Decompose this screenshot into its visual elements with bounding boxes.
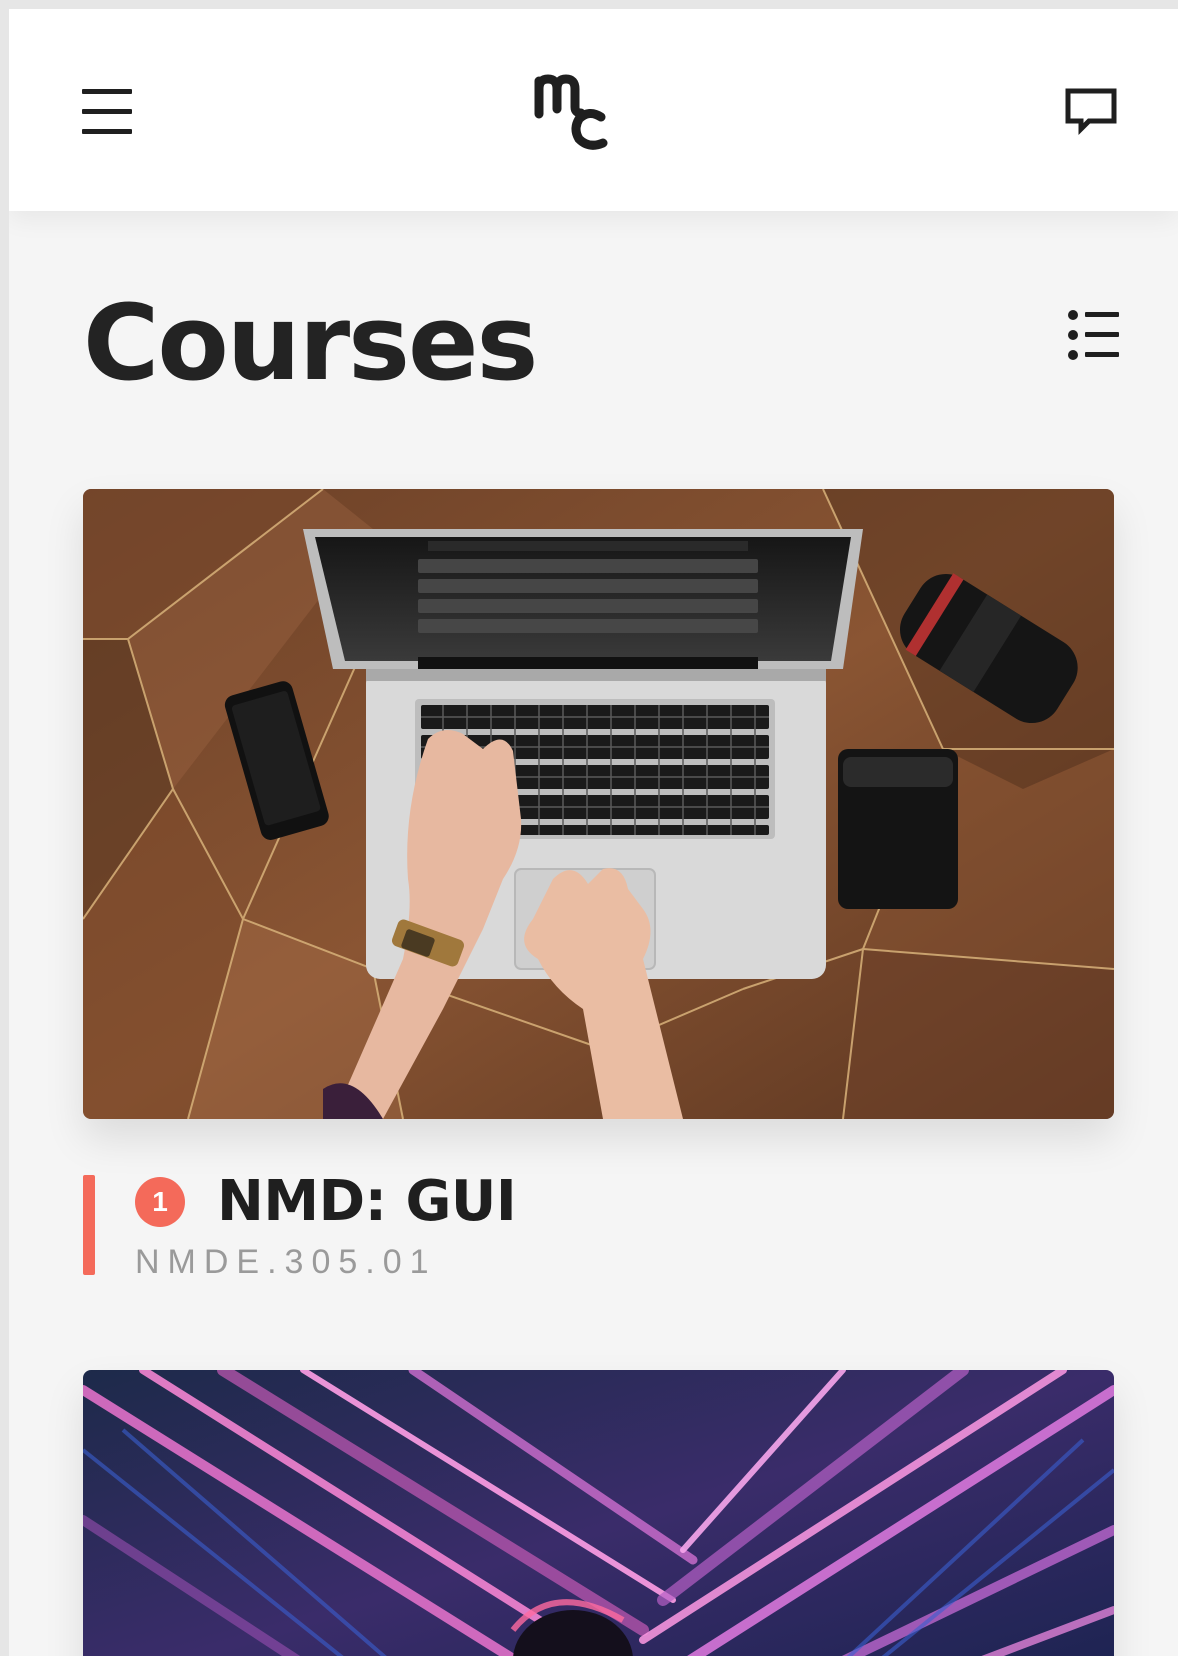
top-bar: [9, 9, 1178, 211]
course-meta[interactable]: 1 NMD: GUI NMDE.305.01: [83, 1169, 1114, 1281]
course-image-laptop[interactable]: [83, 489, 1114, 1119]
course-card[interactable]: 1 NMD: GUI NMDE.305.01: [83, 489, 1114, 1281]
hamburger-menu-icon[interactable]: [82, 86, 134, 138]
course-title[interactable]: NMD: GUI: [217, 1169, 517, 1234]
course-image-neon[interactable]: [83, 1370, 1114, 1656]
mc-logo[interactable]: [533, 69, 613, 159]
course-card[interactable]: [83, 1370, 1114, 1656]
course-code: NMDE.305.01: [135, 1243, 437, 1281]
course-number-badge: 1: [135, 1177, 185, 1227]
course-accent-bar: [83, 1175, 95, 1275]
chat-bubble-icon[interactable]: [1063, 85, 1119, 141]
app-window: Courses 1 NMD: GUI NMDE.305.01: [9, 9, 1178, 1656]
page-title: Courses: [83, 282, 538, 404]
list-view-icon[interactable]: [1067, 309, 1123, 365]
